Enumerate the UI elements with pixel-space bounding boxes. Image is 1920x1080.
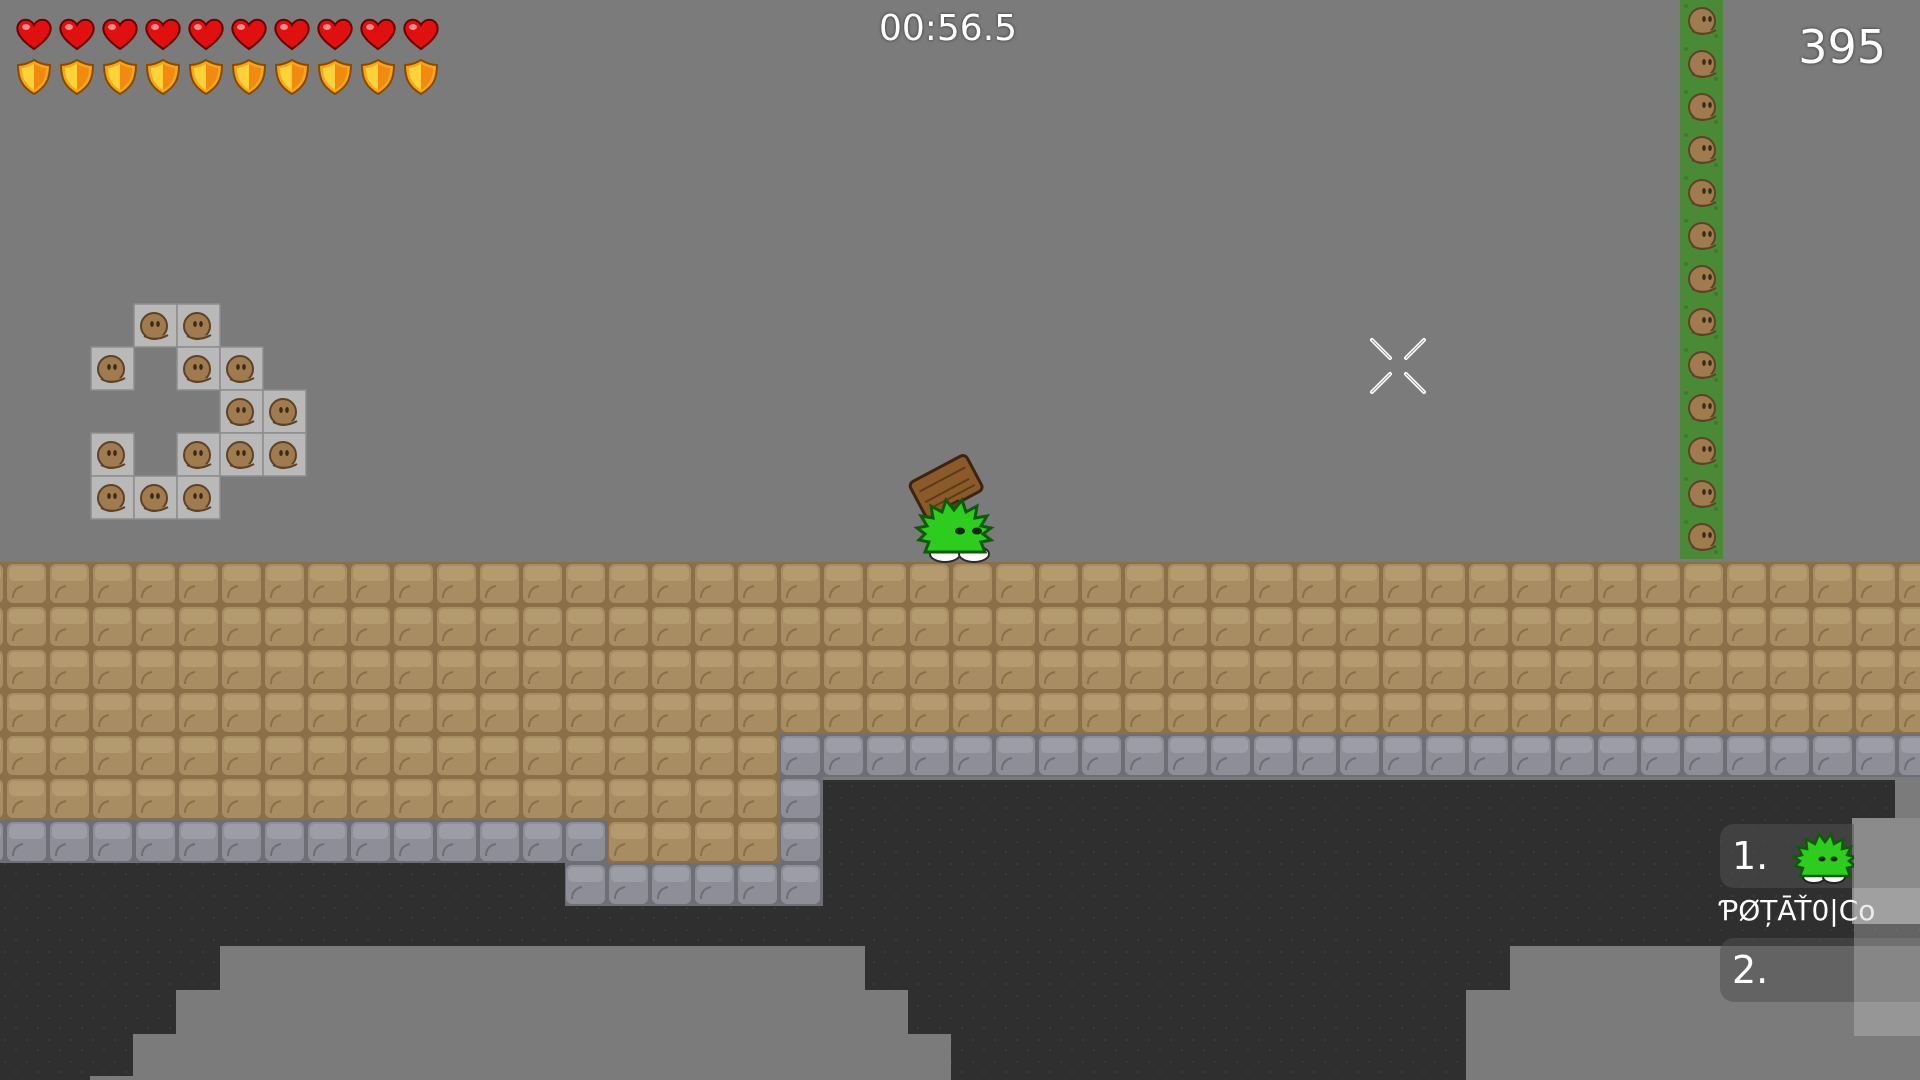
shield-icon [59, 58, 95, 96]
shield-icon [231, 58, 267, 96]
race-timer: 00:56.5 [878, 8, 1018, 49]
player-tee-icon [1792, 831, 1854, 884]
game-world [0, 0, 1920, 1080]
dirt-ground-top [0, 562, 1920, 734]
stone-column [780, 777, 823, 863]
armor-bar [14, 57, 441, 97]
shield-icon [102, 58, 138, 96]
shield-icon [16, 58, 52, 96]
scoreboard-rank: 2. [1732, 948, 1769, 992]
player-tee [908, 454, 995, 563]
shield-icon [317, 58, 353, 96]
dirt-ground-left [0, 734, 780, 820]
scoreboard-rank: 1. [1732, 834, 1769, 878]
stone-ledge-left [0, 820, 608, 863]
stone-ledge-right [780, 734, 1920, 777]
dirt-ground-mid [608, 820, 780, 863]
shield-icon [403, 58, 439, 96]
shield-icon [188, 58, 224, 96]
stone-ledge-bottom [565, 863, 823, 906]
freeze-column [1679, 0, 1724, 560]
freeze-block-cluster [90, 303, 307, 520]
shield-icon [360, 58, 396, 96]
scoreboard: 1. ƤØȚĀŤ0|Co 2. [1720, 824, 1920, 1036]
right-edge-step [1895, 776, 1920, 818]
shield-icon [145, 58, 181, 96]
score-counter: 395 [1798, 20, 1886, 74]
crosshair-icon [1370, 338, 1426, 394]
scoreboard-highlight [1854, 824, 1920, 1036]
shield-icon [274, 58, 310, 96]
